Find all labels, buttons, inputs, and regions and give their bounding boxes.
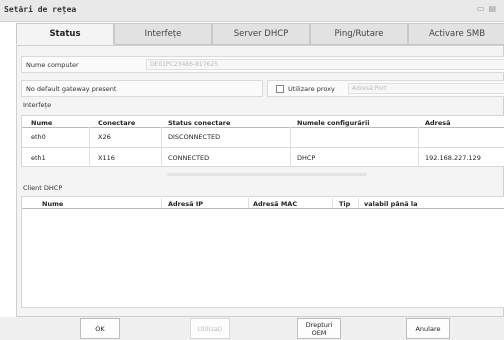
oem-rights-label-line2: OEM <box>311 328 327 337</box>
oem-rights-label-line1: Drepturi <box>305 320 333 329</box>
proxy-label: Utilizare proxy <box>288 85 335 93</box>
apply-button[interactable]: Utilizați <box>190 318 230 339</box>
interfaces-section-label: Interfețe <box>23 101 52 109</box>
minimize-icon[interactable]: ▭ <box>477 4 489 13</box>
column-header: Adresă <box>425 119 451 127</box>
column-header: Nume <box>31 119 53 127</box>
column-header: valabil până la <box>364 200 418 208</box>
window-controls[interactable]: ▭▤ <box>477 4 500 13</box>
interfaces-table: Nume Conectare Status conectare Numele c… <box>21 115 504 167</box>
column-header: Numele configurării <box>297 119 370 127</box>
cell-connection: X26 <box>98 133 111 141</box>
tab-ping-routing[interactable]: Ping/Rutare <box>310 23 408 45</box>
dhcp-client-table: Nume Adresă IP Adresă MAC Tip valabil pâ… <box>21 196 504 308</box>
status-panel: Nume computer DE01PC23486-817625 No defa… <box>16 45 504 317</box>
maximize-icon[interactable]: ▤ <box>488 4 500 13</box>
oem-rights-button[interactable]: Drepturi OEM <box>297 318 341 339</box>
column-header: Adresă MAC <box>253 200 298 208</box>
column-header: Tip <box>339 200 351 208</box>
cancel-button[interactable]: Anulare <box>406 318 450 339</box>
proxy-checkbox[interactable] <box>276 85 284 93</box>
column-header: Adresă IP <box>168 200 203 208</box>
ok-button[interactable]: OK <box>80 318 120 339</box>
column-divider <box>161 198 162 208</box>
cell-status: CONNECTED <box>168 154 210 162</box>
column-divider <box>248 198 249 208</box>
cell-connection: X116 <box>98 154 115 162</box>
column-divider <box>332 198 333 208</box>
column-divider <box>358 198 359 208</box>
proxy-address-input[interactable]: Adresă:Port <box>348 83 504 94</box>
dhcp-client-section-label: Client DHCP <box>23 184 63 192</box>
cell-config: DHCP <box>297 154 316 162</box>
column-header: Status conectare <box>168 119 231 127</box>
cell-name: eth0 <box>31 133 46 141</box>
header-divider <box>22 127 504 128</box>
computer-name-label: Nume computer <box>26 61 79 69</box>
cell-status: DISCONNECTED <box>168 133 221 141</box>
column-header: Nume <box>42 200 64 208</box>
tab-dhcp-server[interactable]: Server DHCP <box>212 23 310 45</box>
gateway-box: No default gateway present <box>21 80 263 97</box>
cell-address: 192.168.227.129 <box>425 154 481 162</box>
row-divider <box>22 147 504 148</box>
computer-name-row: Nume computer DE01PC23486-817625 <box>21 56 504 73</box>
tab-status[interactable]: Status <box>16 23 114 45</box>
title-bar: Setări de rețea ▭▤ <box>0 0 504 22</box>
tab-interfaces[interactable]: Interfețe <box>114 23 212 45</box>
header-divider <box>22 208 504 209</box>
proxy-box: Utilizare proxy Adresă:Port <box>267 80 504 97</box>
window-title: Setări de rețea <box>4 5 77 14</box>
cell-name: eth1 <box>31 154 46 162</box>
tab-smb-activation[interactable]: Activare SMB <box>408 23 504 45</box>
computer-name-field: DE01PC23486-817625 <box>146 59 504 70</box>
table-scrollbar[interactable] <box>167 173 367 176</box>
gateway-status-text: No default gateway present <box>26 85 117 93</box>
tab-bar: Status Interfețe Server DHCP Ping/Rutare… <box>16 23 504 45</box>
column-header: Conectare <box>98 119 136 127</box>
